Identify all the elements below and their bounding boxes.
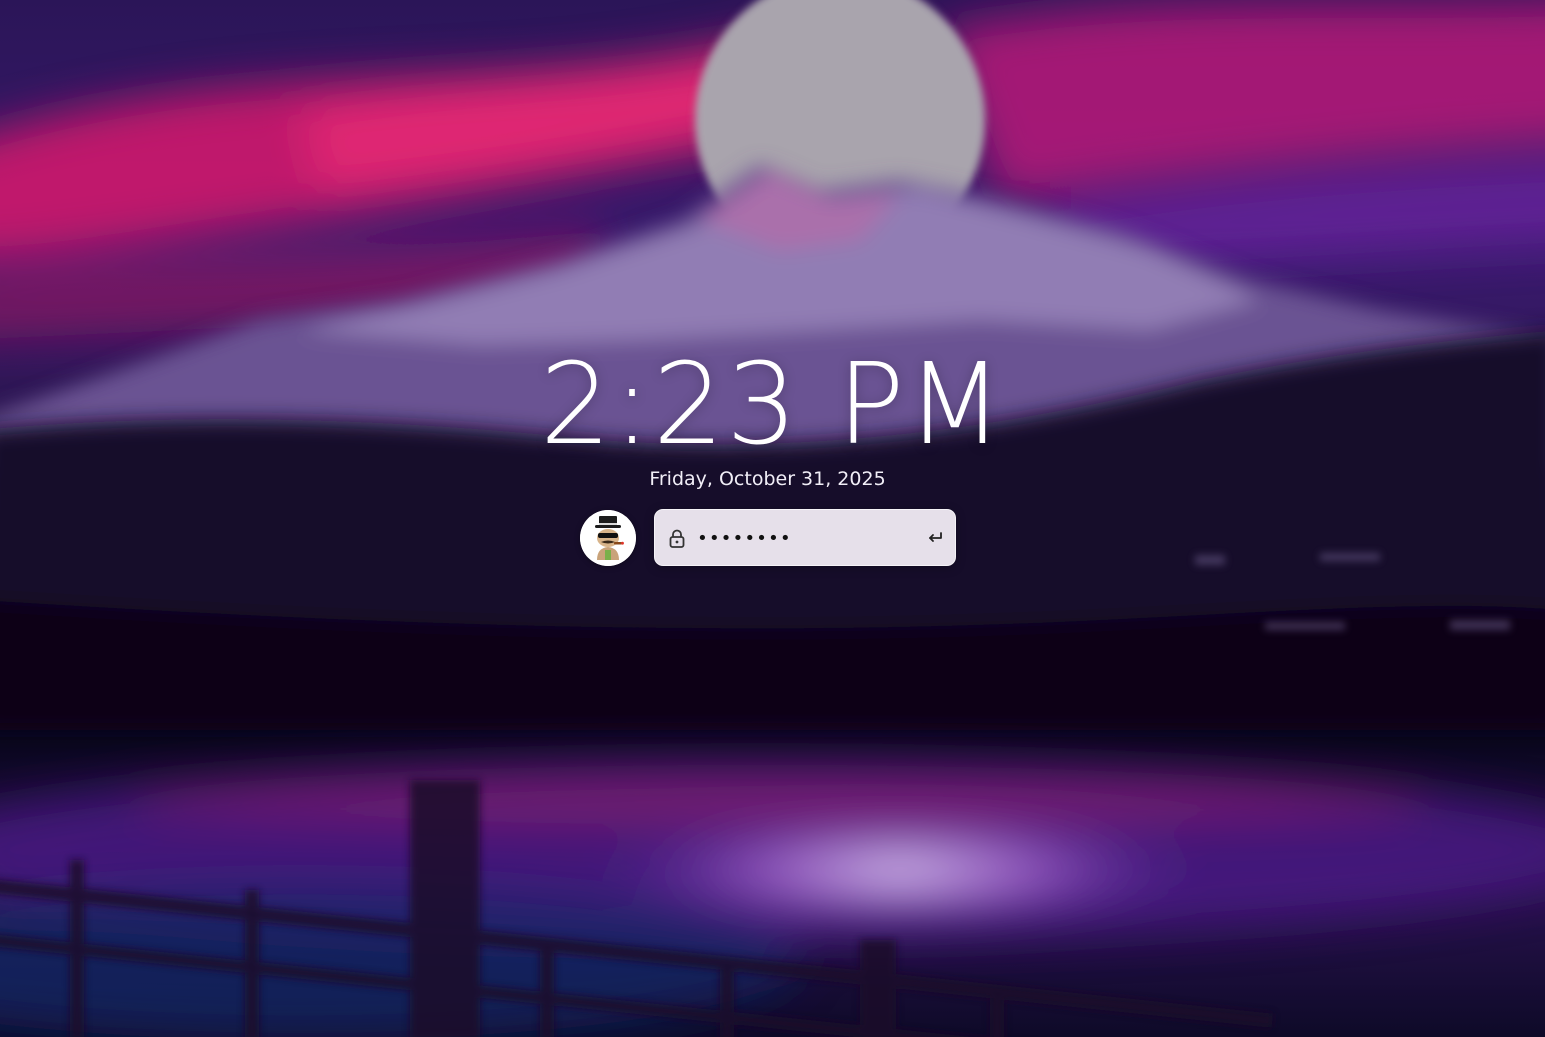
user-avatar[interactable] xyxy=(580,510,636,566)
password-field[interactable] xyxy=(654,509,956,566)
clock-date: Friday, October 31, 2025 xyxy=(649,468,886,490)
password-input[interactable] xyxy=(697,520,907,556)
lock-screen: 2:23 PM Friday, October 31, 2025 xyxy=(0,0,1545,1037)
lock-icon xyxy=(669,529,685,548)
enter-arrow-icon[interactable] xyxy=(925,528,945,548)
clock-time: 2:23 PM xyxy=(539,340,1006,470)
avatar-character-icon xyxy=(580,510,636,566)
